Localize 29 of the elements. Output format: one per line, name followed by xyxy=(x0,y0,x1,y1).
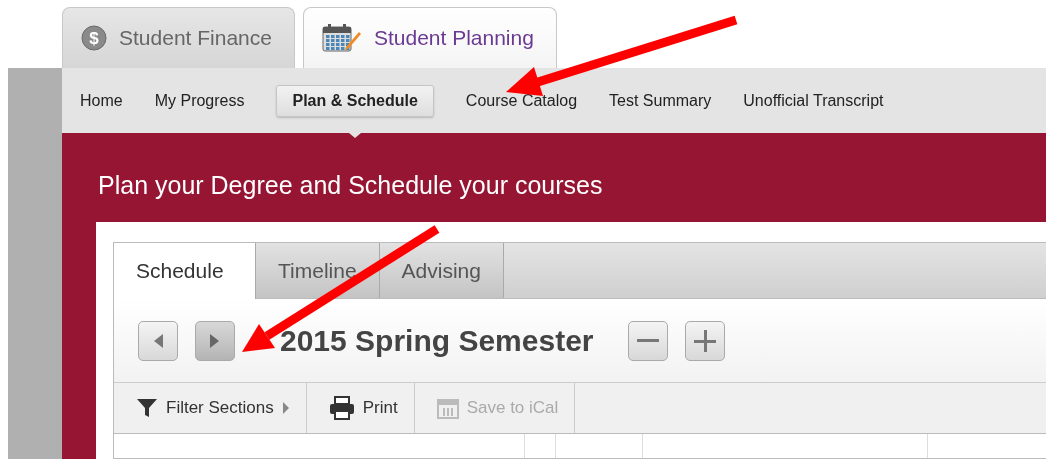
nav-link[interactable]: My Progress xyxy=(154,85,245,116)
calendar-icon xyxy=(436,397,459,419)
nav-link[interactable]: Plan & Schedule xyxy=(276,84,434,117)
calendar-pencil-icon xyxy=(321,23,362,53)
term-title: 2015 Spring Semester xyxy=(280,323,594,358)
nav-link[interactable]: Course Catalog xyxy=(465,85,578,116)
nav-link[interactable]: Unofficial Transcript xyxy=(743,85,884,116)
previous-button[interactable] xyxy=(138,320,178,361)
left-triangle-icon xyxy=(152,332,164,349)
dollar-coin-icon: $ xyxy=(81,25,107,51)
filter-icon xyxy=(136,397,158,419)
remove-term-button[interactable] xyxy=(627,320,668,361)
panel-tab[interactable]: Timeline xyxy=(256,243,380,298)
app-tab[interactable]: Student Planning xyxy=(302,7,557,68)
panel-tab[interactable]: Advising xyxy=(379,243,504,298)
panel-tab[interactable]: Schedule xyxy=(114,243,256,299)
printer-icon xyxy=(328,396,355,420)
chevron-right-icon xyxy=(281,401,290,415)
toolbar-button[interactable]: Filter Sections xyxy=(114,383,307,433)
toolbar-button[interactable]: Print xyxy=(306,383,415,433)
nav-link[interactable]: Home xyxy=(80,85,123,116)
plus-icon xyxy=(693,329,716,352)
right-triangle-icon xyxy=(209,332,221,349)
add-term-button[interactable] xyxy=(684,320,725,361)
nav-link[interactable]: Test Summary xyxy=(609,85,712,116)
page-heading: Plan your Degree and Schedule your courses xyxy=(98,171,604,200)
minus-icon xyxy=(636,338,659,343)
next-button[interactable] xyxy=(195,320,235,361)
app-tab[interactable]: $ Student Finance xyxy=(62,7,295,68)
